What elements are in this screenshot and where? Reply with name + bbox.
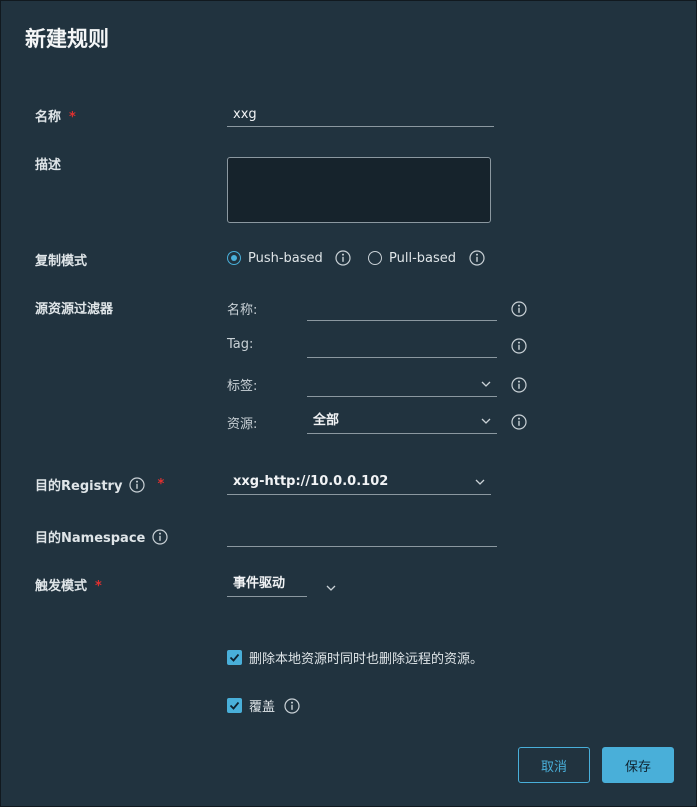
filter-name-label: 名称: <box>227 303 258 318</box>
info-icon[interactable] <box>511 414 527 430</box>
info-icon[interactable] <box>469 250 485 266</box>
radio-selected-icon[interactable] <box>227 251 241 265</box>
filter-name-input[interactable] <box>307 297 497 321</box>
source-filter-label: 源资源过滤器 <box>35 302 114 317</box>
save-button[interactable]: 保存 <box>602 747 674 783</box>
filter-resource-select[interactable]: 全部 <box>307 410 497 434</box>
filter-resource-label: 资源: <box>227 417 258 432</box>
filter-labels-select[interactable] <box>307 373 497 397</box>
info-icon[interactable] <box>129 476 146 493</box>
required-marker: * <box>69 110 76 125</box>
description-textarea[interactable] <box>227 157 491 223</box>
info-icon[interactable] <box>284 697 300 714</box>
cancel-button[interactable]: 取消 <box>518 747 590 783</box>
info-icon[interactable] <box>335 250 351 266</box>
description-label: 描述 <box>35 158 62 173</box>
dialog-title: 新建规则 <box>25 27 109 51</box>
filter-tag-label: Tag: <box>227 337 254 352</box>
replication-mode-label: 复制模式 <box>35 254 88 269</box>
dest-registry-label: 目的Registry * <box>35 476 165 494</box>
radio-push-based[interactable]: Push-based <box>227 250 351 266</box>
dest-registry-select[interactable]: xxg-http://10.0.0.102 <box>227 471 491 495</box>
chevron-down-icon <box>481 416 491 426</box>
filter-tag-input[interactable] <box>307 334 497 358</box>
chevron-down-icon[interactable] <box>326 578 336 591</box>
chevron-down-icon <box>475 477 485 487</box>
trigger-mode-label: 触发模式 * <box>35 579 102 594</box>
name-input[interactable] <box>227 103 494 127</box>
info-icon[interactable] <box>511 301 527 317</box>
info-icon[interactable] <box>511 377 527 393</box>
trigger-mode-select[interactable]: 事件驱动 <box>227 573 307 597</box>
required-marker: * <box>95 579 102 594</box>
name-label: 名称 * <box>35 110 76 125</box>
check-icon[interactable] <box>227 698 242 713</box>
radio-unselected-icon[interactable] <box>368 251 382 265</box>
override-checkbox[interactable]: 覆盖 <box>227 696 300 715</box>
info-icon[interactable] <box>152 528 168 545</box>
info-icon[interactable] <box>511 338 527 354</box>
check-icon[interactable] <box>227 650 242 665</box>
required-marker: * <box>157 477 165 492</box>
dest-namespace-label: 目的Namespace <box>35 527 168 546</box>
dest-namespace-input[interactable] <box>227 523 497 547</box>
radio-pull-based[interactable]: Pull-based <box>368 250 485 266</box>
new-rule-dialog: 新建规则 名称* 描述 复制模式 Push-based Pull-based 源… <box>0 0 697 807</box>
delete-remote-checkbox[interactable]: 删除本地资源时同时也删除远程的资源。 <box>227 648 483 667</box>
filter-labels-label: 标签: <box>227 379 258 394</box>
chevron-down-icon <box>481 379 491 389</box>
